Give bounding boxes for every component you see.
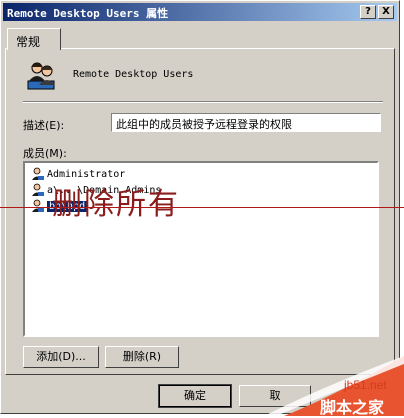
user-icon (32, 167, 44, 180)
group-name: Remote Desktop Users (73, 69, 194, 80)
ok-button[interactable]: 确定 (158, 384, 232, 408)
help-button[interactable]: ? (360, 5, 376, 19)
window-title: Remote Desktop Users 属性 (7, 7, 169, 20)
user-group-icon (27, 62, 55, 90)
site-url: jb51.net (344, 378, 387, 392)
title-bar[interactable]: Remote Desktop Users 属性 ? X (3, 3, 397, 21)
close-button[interactable]: X (378, 5, 394, 19)
user-icon (32, 183, 44, 196)
tab-general[interactable]: 常规 (7, 28, 61, 50)
site-name: 脚本之家 (320, 398, 385, 417)
member-name: Administrator (47, 168, 126, 180)
annotation-watermark: 删除所有 (52, 187, 180, 222)
members-label: 成员(M): (23, 147, 67, 160)
annotation-line (0, 207, 404, 208)
description-field[interactable]: 此组中的成员被授予远程登录的权限 (111, 113, 381, 132)
divider (23, 101, 383, 103)
tab-general-label: 常规 (16, 35, 41, 49)
user-icon (32, 199, 44, 212)
add-button[interactable]: 添加(D)... (23, 346, 99, 368)
remove-button[interactable]: 删除(R) (105, 346, 179, 368)
description-label: 描述(E): (23, 119, 65, 132)
